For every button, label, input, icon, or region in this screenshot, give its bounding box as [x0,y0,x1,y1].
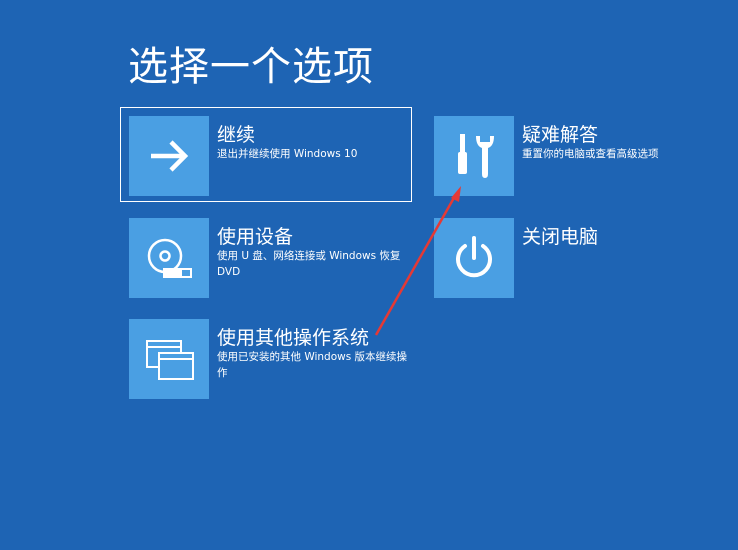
option-other-os-description: 使用已安装的其他 Windows 版本继续操作 [217,351,408,379]
option-continue-label: 继续 [217,124,256,146]
option-continue[interactable]: 继续 退出并继续使用 Windows 10 [129,116,404,196]
option-use-device-description: 使用 U 盘、网络连接或 Windows 恢复 DVD [217,250,401,278]
option-use-device-label: 使用设备 [217,226,294,248]
option-other-os-label: 使用其他操作系统 [217,327,370,349]
option-continue-description: 退出并继续使用 Windows 10 [217,148,358,160]
option-troubleshoot-description: 重置你的电脑或查看高级选项 [522,148,659,160]
option-shutdown-label: 关闭电脑 [522,226,599,248]
option-troubleshoot-tile[interactable] [434,116,514,196]
disc-usb-icon [147,238,192,278]
option-other-os-tile[interactable] [129,319,209,399]
option-use-device[interactable]: 使用设备 使用 U 盘、网络连接或 Windows 恢复 DVD [129,218,404,298]
power-icon [456,236,492,278]
windows-stack-icon [146,340,194,380]
option-shutdown[interactable]: 关闭电脑 [434,218,704,298]
option-troubleshoot[interactable]: 疑难解答 重置你的电脑或查看高级选项 [434,116,704,196]
option-continue-tile[interactable] [129,116,209,196]
tools-icon [458,134,494,178]
page-title: 选择一个选项 [128,44,374,90]
arrow-right-icon [151,140,189,172]
option-use-device-tile[interactable] [129,218,209,298]
option-other-os[interactable]: 使用其他操作系统 使用已安装的其他 Windows 版本继续操作 [129,319,407,399]
option-troubleshoot-label: 疑难解答 [522,124,599,146]
option-shutdown-tile[interactable] [434,218,514,298]
